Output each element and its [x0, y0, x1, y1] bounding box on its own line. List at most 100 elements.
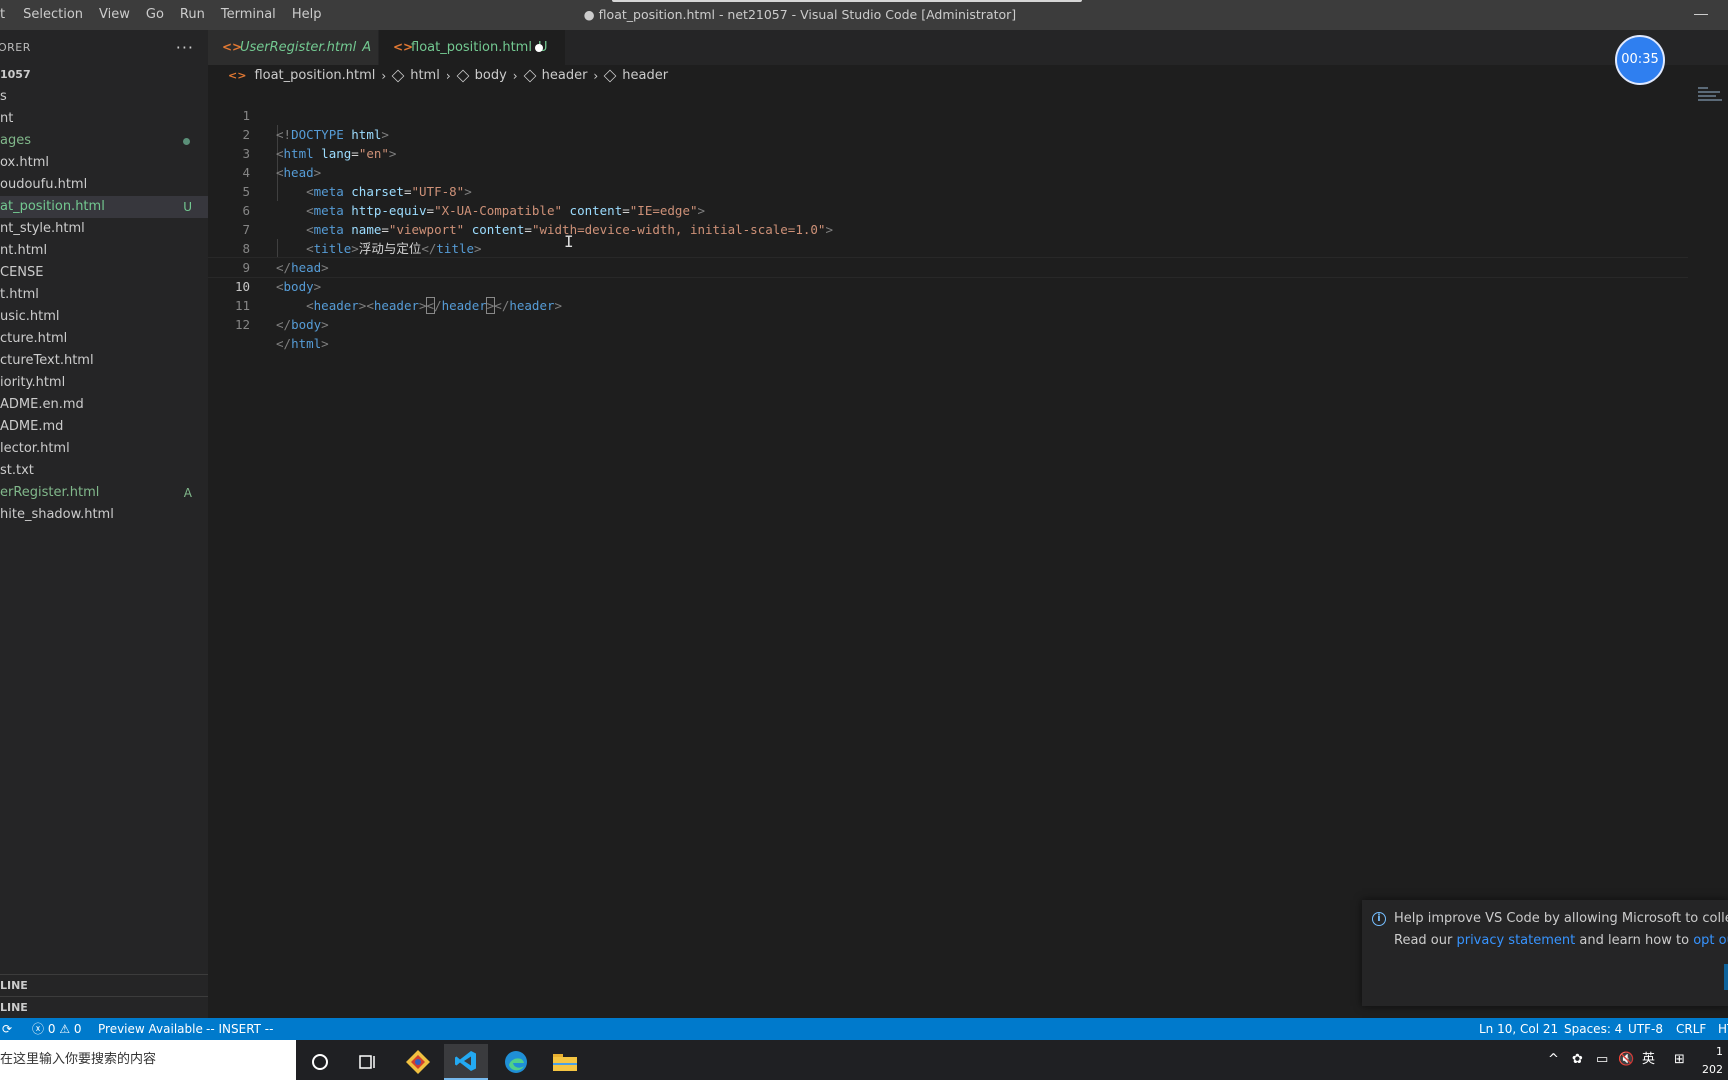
- breadcrumb-body[interactable]: body: [456, 65, 507, 87]
- clock-time[interactable]: 1: [1716, 1042, 1723, 1062]
- file-row[interactable]: nt_style.html: [0, 218, 208, 240]
- menu-help[interactable]: Help: [284, 0, 330, 30]
- code-line: 1 <!DOCTYPE html>: [208, 87, 1688, 142]
- file-row[interactable]: t.html: [0, 284, 208, 306]
- notification-action-button[interactable]: [1724, 964, 1728, 990]
- cortana-circle-icon: [312, 1054, 328, 1070]
- menu-run[interactable]: Run: [172, 0, 213, 30]
- encoding-status[interactable]: UTF-8: [1628, 1018, 1663, 1040]
- file-row[interactable]: ox.html: [0, 152, 208, 174]
- file-row[interactable]: oudoufu.html: [0, 174, 208, 196]
- task-view-glyph-icon: [359, 1055, 375, 1069]
- unsaved-dot-icon[interactable]: [535, 44, 543, 52]
- workspace-folder[interactable]: 1057: [0, 64, 208, 86]
- file-row[interactable]: lector.html: [0, 438, 208, 460]
- file-name: ox.html: [0, 155, 49, 170]
- file-row[interactable]: ctureText.html: [0, 350, 208, 372]
- file-name: t.html: [0, 287, 39, 302]
- language-mode[interactable]: HT: [1718, 1018, 1728, 1040]
- recording-timer[interactable]: 00:35: [1615, 35, 1665, 85]
- tab-userregister[interactable]: <> UserRegister.html A: [208, 30, 378, 65]
- tab-label: UserRegister.html: [240, 40, 357, 55]
- file-row[interactable]: usic.html: [0, 306, 208, 328]
- explorer-sidebar: ORER ··· 1057 s nt ages ox.html oudoufu.…: [0, 30, 208, 1028]
- breadcrumb-header-inner[interactable]: header: [603, 65, 668, 87]
- file-explorer-icon[interactable]: [543, 1044, 587, 1080]
- info-icon: i: [1372, 912, 1386, 926]
- folder-row[interactable]: ages: [0, 130, 208, 152]
- code-line: 12 </html>: [208, 296, 1688, 351]
- file-row[interactable]: nt: [0, 108, 208, 130]
- file-row[interactable]: ADME.md: [0, 416, 208, 438]
- clock-date[interactable]: 202: [1702, 1060, 1723, 1080]
- explorer-title: ORER: [0, 40, 31, 54]
- ime-indicator[interactable]: 英: [1642, 1050, 1655, 1070]
- folder-icon: [553, 1054, 577, 1071]
- breadcrumb-html[interactable]: html: [391, 65, 440, 87]
- chevron-right-icon: ›: [593, 69, 599, 83]
- tray-expand-icon[interactable]: ^: [1548, 1050, 1559, 1070]
- file-row[interactable]: nt.html: [0, 240, 208, 262]
- edge-icon[interactable]: [494, 1044, 538, 1080]
- mouse-ibeam-cursor-icon: I: [564, 232, 574, 251]
- indentation-status[interactable]: Spaces: 4: [1564, 1018, 1622, 1040]
- file-row[interactable]: st.txt: [0, 460, 208, 482]
- eol-status[interactable]: CRLF: [1676, 1018, 1706, 1040]
- html-file-icon: <>: [228, 69, 247, 82]
- symbol-icon: [603, 69, 617, 83]
- breadcrumb-header[interactable]: header: [523, 65, 587, 87]
- file-name: iority.html: [0, 375, 66, 390]
- menu-go[interactable]: Go: [138, 0, 172, 30]
- file-row[interactable]: erRegister.html A: [0, 482, 208, 504]
- network-icon[interactable]: ▭: [1596, 1050, 1608, 1070]
- file-name: ADME.en.md: [0, 397, 84, 412]
- outline-section-header[interactable]: LINE: [0, 974, 208, 997]
- file-row[interactable]: s: [0, 86, 208, 108]
- file-name: at_position.html: [0, 199, 105, 214]
- vscode-taskbar-icon[interactable]: [444, 1044, 488, 1080]
- volume-muted-icon[interactable]: 🔇: [1618, 1050, 1634, 1070]
- cortana-icon[interactable]: [298, 1044, 342, 1080]
- symbol-icon: [523, 69, 536, 83]
- notification-toast: i Help improve VS Code by allowing Micro…: [1362, 900, 1728, 1006]
- menu-selection[interactable]: Selection: [15, 0, 91, 30]
- code-text: </html>: [276, 336, 329, 351]
- file-row[interactable]: cture.html: [0, 328, 208, 350]
- menu-view[interactable]: View: [91, 0, 138, 30]
- code-editor[interactable]: 1 <!DOCTYPE html> 2 <html lang="en"> 3 <…: [208, 87, 1688, 1017]
- file-row-active[interactable]: at_position.html U: [0, 196, 208, 218]
- cursor-position[interactable]: Ln 10, Col 21: [1479, 1018, 1558, 1040]
- taskbar-search-box[interactable]: 在这里输入你要搜索的内容: [0, 1040, 296, 1080]
- git-app-icon[interactable]: [396, 1044, 440, 1080]
- file-row[interactable]: iority.html: [0, 372, 208, 394]
- problems-indicator[interactable]: ⓧ 0 ⚠ 0: [32, 1018, 82, 1040]
- code-text: </body>: [276, 317, 329, 332]
- file-name: nt: [0, 111, 14, 126]
- preview-status[interactable]: Preview Available: [98, 1018, 203, 1040]
- tray-app-icon[interactable]: ✿: [1572, 1050, 1583, 1070]
- line-number: 12: [234, 317, 250, 332]
- git-status-badge: A: [183, 486, 192, 500]
- file-row[interactable]: CENSE: [0, 262, 208, 284]
- breadcrumb-file[interactable]: <> float_position.html: [208, 65, 375, 87]
- menu-terminal[interactable]: Terminal: [213, 0, 284, 30]
- file-row[interactable]: ADME.en.md: [0, 394, 208, 416]
- sync-icon[interactable]: ⟳: [2, 1018, 12, 1040]
- code-line: 3 <head>: [208, 125, 1688, 180]
- file-name: cture.html: [0, 331, 68, 346]
- git-diamond-icon: [406, 1050, 430, 1074]
- ime-mode-icon[interactable]: ⊞: [1674, 1050, 1685, 1070]
- privacy-statement-link[interactable]: privacy statement: [1456, 933, 1575, 948]
- breadcrumb-label: body: [474, 68, 507, 83]
- minimap[interactable]: [1698, 85, 1724, 109]
- tab-float-position[interactable]: <> float_position.htmlU: [379, 30, 565, 65]
- opt-out-link[interactable]: opt out: [1693, 933, 1728, 948]
- ellipsis-icon[interactable]: ···: [176, 38, 194, 57]
- task-view-icon[interactable]: [346, 1044, 390, 1080]
- error-count: 0: [47, 1022, 56, 1036]
- git-status-badge: A: [362, 40, 372, 55]
- timeline-section-header[interactable]: LINE: [0, 996, 208, 1019]
- menu-edit[interactable]: t: [0, 0, 15, 30]
- file-row[interactable]: hite_shadow.html: [0, 504, 208, 526]
- minimize-button[interactable]: [1694, 14, 1708, 15]
